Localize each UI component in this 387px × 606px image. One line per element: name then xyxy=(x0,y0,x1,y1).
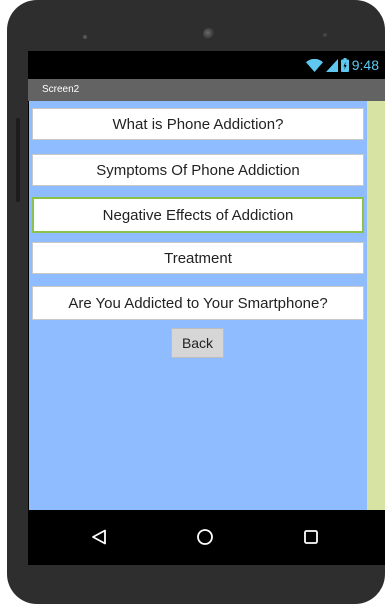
status-bar: 9:48 xyxy=(28,51,385,79)
square-recents-icon[interactable] xyxy=(300,526,322,548)
wifi-icon xyxy=(305,58,323,72)
phone-screen: 9:48 Screen2 What is Phone Addiction? Sy… xyxy=(28,51,385,565)
symptoms-button[interactable]: Symptoms Of Phone Addiction xyxy=(32,154,364,186)
back-button[interactable]: Back xyxy=(171,328,224,358)
phone-side-button xyxy=(16,118,20,202)
cell-signal-icon xyxy=(325,58,338,72)
treatment-button[interactable]: Treatment xyxy=(32,242,364,274)
title-bar: Screen2 xyxy=(28,79,385,101)
phone-frame: 9:48 Screen2 What is Phone Addiction? Sy… xyxy=(7,0,385,604)
side-strip xyxy=(367,101,385,510)
status-time: 9:48 xyxy=(351,57,379,73)
battery-icon xyxy=(340,58,349,72)
are-you-addicted-button[interactable]: Are You Addicted to Your Smartphone? xyxy=(32,286,364,320)
front-camera xyxy=(203,28,215,40)
status-icons: 9:48 xyxy=(305,55,379,75)
navigation-bar xyxy=(28,510,385,565)
circle-home-icon[interactable] xyxy=(194,526,216,548)
screen-title: Screen2 xyxy=(42,84,80,95)
proximity-sensor xyxy=(323,33,327,37)
what-is-phone-addiction-button[interactable]: What is Phone Addiction? xyxy=(32,108,364,140)
content-area: What is Phone Addiction? Symptoms Of Pho… xyxy=(29,101,367,510)
speaker-dot xyxy=(83,35,87,39)
triangle-back-icon[interactable] xyxy=(88,526,110,548)
negative-effects-button[interactable]: Negative Effects of Addiction xyxy=(32,197,364,233)
